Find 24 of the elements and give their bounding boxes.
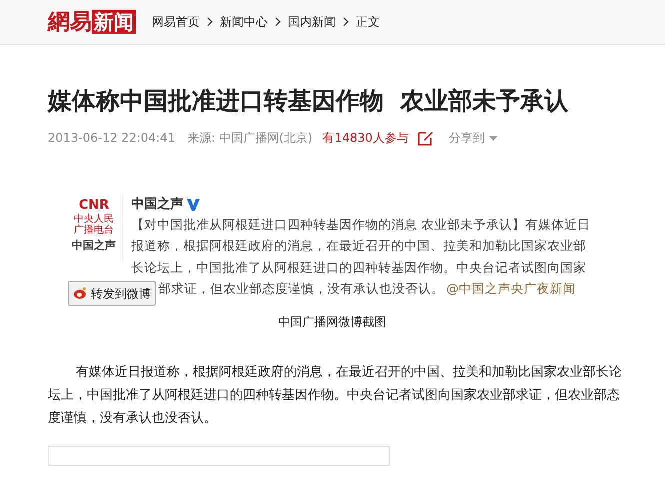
chevron-icon xyxy=(343,17,349,27)
post-text-line: 【对中国批准从阿根廷进口四种转基因作物的消息 农业部未予承认】有媒体近日 xyxy=(131,216,590,234)
breadcrumb-link[interactable]: 国内新闻 xyxy=(288,13,336,31)
participants-link[interactable]: 有14830人参与 xyxy=(322,129,409,147)
chevron-icon xyxy=(207,17,213,27)
forward-button[interactable]: 转发到微博 xyxy=(68,281,156,306)
account-name[interactable]: 中国之声 xyxy=(131,195,184,214)
share-link[interactable]: 分享到 xyxy=(448,129,498,147)
article-title: 媒体称中国批准进口转基因作物 农业部未予承认 xyxy=(48,85,570,117)
breadcrumb-link[interactable]: 正文 xyxy=(356,13,380,31)
post-text-line: 长论坛上，中国批准了从阿根廷进口的四种转基因作物。中央台记者试图向国家 xyxy=(131,258,586,277)
post-text-line: 报道称，根据阿根廷政府的消息，在最近召开的中国、拉美和加勒比国家农业部 xyxy=(131,237,586,256)
caret-icon xyxy=(488,136,498,140)
body-paragraph: 有媒体近日报道称，根据阿根廷政府的消息，在最近召开的中国、拉美和加勒比国家农业部长论坛上，中国批准了从阿根廷进口的四种转基因作物。中央台记者试图向国家农业部求证，但农业部态度谨慎，没有承认也没否认。 xyxy=(48,364,623,428)
publish-time: 2013-06-12 22:04:41 xyxy=(48,130,176,147)
breadcrumb-link[interactable]: 网易首页 xyxy=(152,13,200,31)
edit-icon[interactable] xyxy=(416,129,435,147)
post-text-line: 部求证，但农业部态度谨慎，没有承认也没否认。 xyxy=(158,280,444,298)
image-caption: 中国广播网微博截图 xyxy=(278,314,386,328)
breadcrumb-link[interactable]: 新闻中心 xyxy=(220,13,268,31)
source-text: 来源: 中国广播网(北京) xyxy=(187,130,313,147)
chevron-icon xyxy=(275,17,281,27)
mention-link[interactable]: @中国之声央广夜新闻 xyxy=(446,280,576,300)
weibo-icon xyxy=(73,287,87,300)
